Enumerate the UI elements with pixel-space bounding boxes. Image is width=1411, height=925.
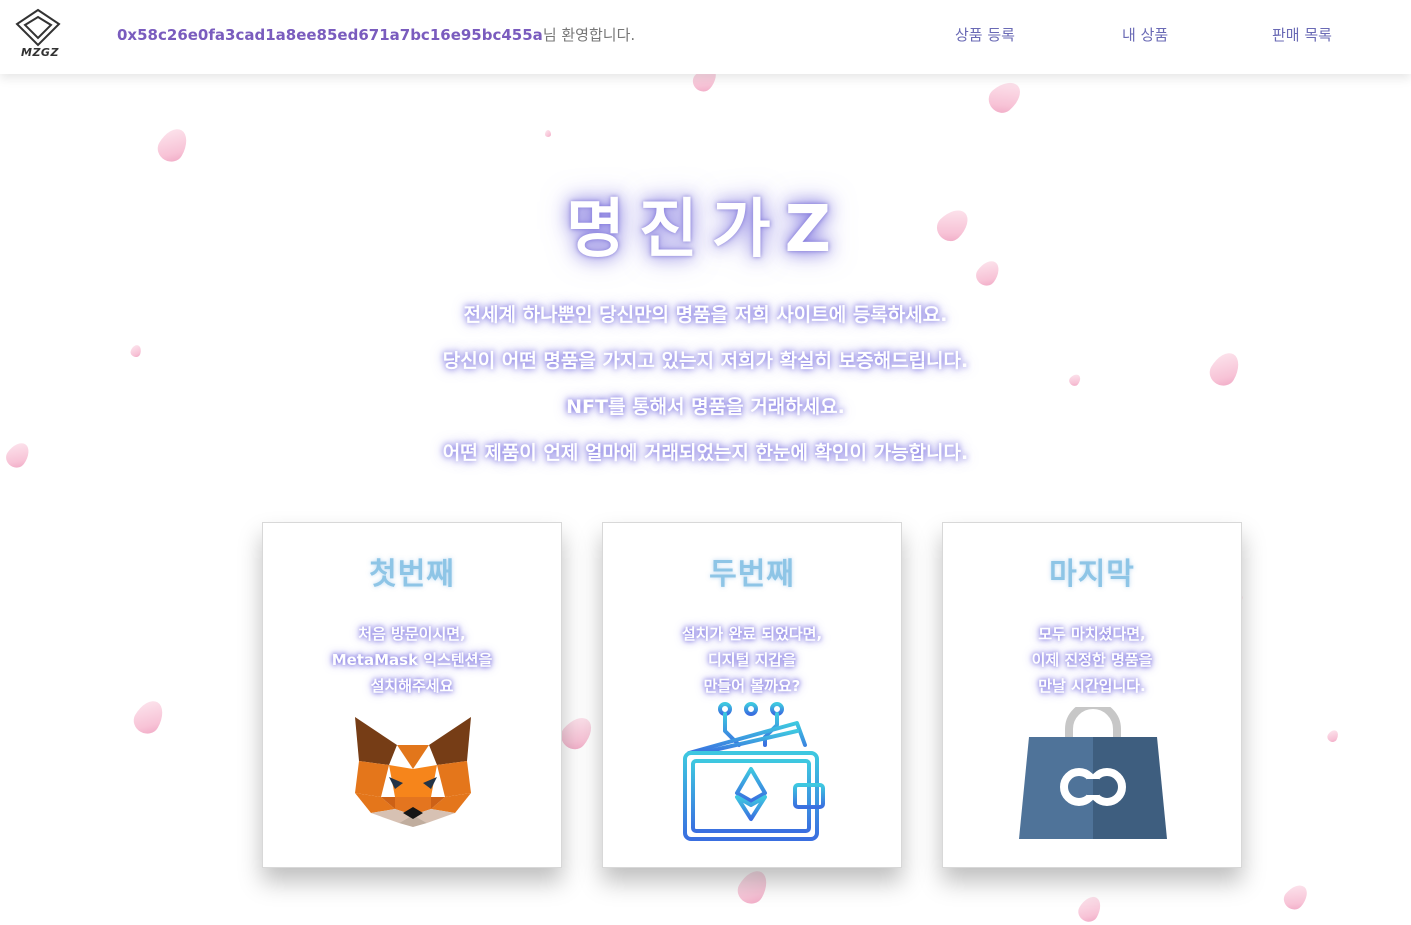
header: MZGZ 0x58c26e0fa3cad1a8ee85ed671a7bc16e9… [0, 0, 1411, 74]
logo-text: MZGZ [21, 46, 59, 59]
card-desc-line: MetaMask 익스텐션을 [331, 651, 493, 669]
card-description: 설치가 완료 되었다면, 디지털 지갑을 만들어 볼까요? [603, 621, 901, 699]
petal [1067, 372, 1083, 388]
petal [1325, 728, 1341, 744]
shopping-bag-icon[interactable] [1017, 701, 1169, 845]
petal [545, 130, 551, 137]
hero-line: 당신이 어떤 명품을 가지고 있는지 저희가 확실히 보증해드립니다. [442, 350, 969, 372]
card-title: 마지막 [1049, 557, 1135, 592]
step-card-last: 마지막 모두 마치셨다면, 이제 진정한 명품을 만날 시간입니다. [942, 522, 1242, 868]
card-title: 두번째 [709, 557, 795, 592]
petal [556, 711, 598, 755]
step-card-first: 첫번째 처음 방문이시면, MetaMask 익스텐션을 설치해주세요 [262, 522, 562, 868]
petal [153, 123, 193, 167]
card-description: 모두 마치셨다면, 이제 진정한 명품을 만날 시간입니다. [943, 621, 1241, 699]
hero-line: NFT를 통해서 명품을 거래하세요. [566, 396, 845, 418]
hero-line: 어떤 제품이 언제 얼마에 거래되었는지 한눈에 확인이 가능합니다. [442, 442, 969, 464]
card-desc-line: 설치가 완료 되었다면, [681, 625, 823, 643]
petal [129, 695, 169, 739]
welcome-message: 0x58c26e0fa3cad1a8ee85ed671a7bc16e95bc45… [117, 24, 635, 45]
nav-register-product[interactable]: 상품 등록 [955, 24, 1015, 45]
hero-line: 전세계 하나뿐인 당신만의 명품을 저희 사이트에 등록하세요. [463, 304, 948, 326]
petal [983, 76, 1027, 118]
card-description: 처음 방문이시면, MetaMask 익스텐션을 설치해주세요 [263, 621, 561, 699]
nav-my-products[interactable]: 내 상품 [1122, 24, 1168, 45]
metamask-fox-icon[interactable] [351, 711, 475, 833]
card-desc-line: 처음 방문이시면, [358, 625, 466, 643]
card-desc-line: 이제 진정한 명품을 [1031, 651, 1153, 669]
petal [733, 865, 773, 909]
card-desc-line: 만들어 볼까요? [703, 677, 801, 695]
card-desc-line: 모두 마치셨다면, [1038, 625, 1146, 643]
step-card-second: 두번째 설치가 완료 되었다면, 디지털 지갑을 만들어 볼까요? [602, 522, 902, 868]
card-desc-line: 디지털 지갑을 [707, 651, 797, 669]
card-desc-line: 설치해주세요 [370, 677, 454, 695]
petal [1074, 892, 1106, 925]
petal [1279, 880, 1313, 914]
nav-sales-list[interactable]: 판매 목록 [1272, 24, 1332, 45]
hero-title: 명진가Z [565, 193, 846, 267]
wallet-address: 0x58c26e0fa3cad1a8ee85ed671a7bc16e95bc45… [117, 26, 543, 44]
card-desc-line: 만날 시간입니다. [1038, 677, 1146, 695]
crypto-wallet-icon[interactable] [679, 701, 829, 851]
card-title: 첫번째 [369, 557, 455, 592]
welcome-suffix: 님 환영합니다. [542, 26, 636, 44]
